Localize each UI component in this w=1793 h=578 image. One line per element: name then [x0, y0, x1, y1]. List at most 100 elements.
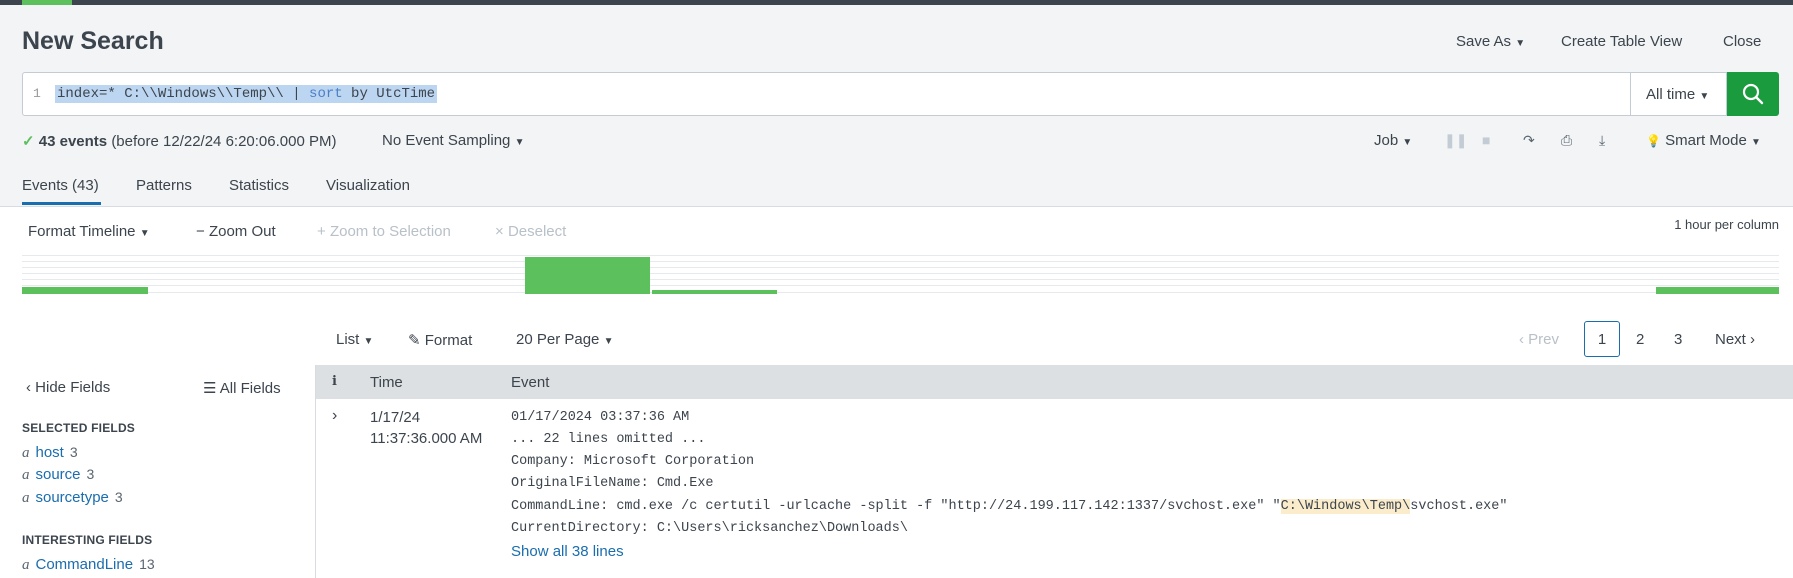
- tab-events[interactable]: Events (43): [22, 177, 99, 194]
- caret-down-icon: ▼: [139, 228, 150, 239]
- event-line: OriginalFileName: Cmd.Exe: [511, 476, 714, 491]
- field-item-host[interactable]: a host 3: [22, 444, 78, 462]
- plus-icon: +: [317, 223, 326, 240]
- save-as-menu[interactable]: Save As ▼: [1456, 33, 1525, 50]
- event-line: CommandLine: cmd.exe /c certutil -urlcac…: [511, 499, 1507, 514]
- field-name: sourcetype: [35, 489, 109, 506]
- search-query[interactable]: index=* C:\\Windows\\Temp\\ | sort by Ut…: [55, 85, 438, 103]
- caret-down-icon: ▼: [363, 336, 374, 347]
- hide-fields-label: Hide Fields: [35, 379, 111, 396]
- close-button[interactable]: Close: [1723, 33, 1761, 50]
- field-count: 13: [139, 556, 155, 572]
- show-all-lines-link[interactable]: Show all 38 lines: [511, 543, 624, 560]
- highlighted-match: C:\Windows\Temp\: [1280, 499, 1411, 514]
- caret-down-icon: ▼: [1699, 91, 1710, 102]
- search-input[interactable]: 1 index=* C:\\Windows\\Temp\\ | sort by …: [22, 72, 1631, 116]
- field-type: a: [22, 490, 30, 506]
- query-prefix: index=* C:\\Windows\\Temp\\ |: [57, 86, 310, 102]
- check-icon: ✓: [22, 133, 35, 150]
- search-mode-menu[interactable]: 💡 Smart Mode ▼: [1646, 132, 1761, 149]
- timeline-bar[interactable]: [652, 290, 777, 294]
- event-line: 01/17/2024 03:37:36 AM: [511, 410, 690, 425]
- event-sampling-menu[interactable]: No Event Sampling ▼: [382, 132, 524, 149]
- field-type: a: [22, 467, 30, 483]
- column-event[interactable]: Event: [511, 374, 549, 391]
- save-as-label: Save As: [1456, 33, 1512, 50]
- list-view-menu[interactable]: List ▼: [336, 331, 373, 348]
- all-fields-button[interactable]: ☰ All Fields: [203, 379, 281, 397]
- event-line: Company: Microsoft Corporation: [511, 454, 755, 469]
- search-mode-label: Smart Mode: [1665, 132, 1747, 149]
- export-icon[interactable]: ⤓: [1599, 132, 1605, 149]
- caret-down-icon: ▼: [1515, 38, 1526, 49]
- format-menu[interactable]: ✎ Format: [408, 331, 472, 349]
- per-page-menu[interactable]: 20 Per Page ▼: [516, 331, 613, 348]
- event-time: 11:37:36.000 AM: [370, 430, 483, 447]
- job-status: ✓ 43 events (before 12/22/24 6:20:06.000…: [22, 132, 336, 150]
- interesting-fields-heading: INTERESTING FIELDS: [22, 533, 153, 547]
- list-icon: ☰: [203, 380, 217, 397]
- field-item-source[interactable]: a source 3: [22, 466, 94, 484]
- share-icon[interactable]: ↷: [1523, 132, 1535, 149]
- page-title: New Search: [22, 27, 164, 55]
- list-label: List: [336, 331, 360, 348]
- events-count: 43 events: [38, 133, 108, 150]
- hide-fields-button[interactable]: ‹ Hide Fields: [26, 379, 110, 396]
- field-count: 3: [69, 444, 78, 460]
- expand-row-icon[interactable]: ›: [332, 407, 337, 425]
- next-page-button[interactable]: Next ›: [1715, 331, 1755, 348]
- stop-icon[interactable]: ■: [1482, 132, 1490, 148]
- timeline-bar[interactable]: [22, 287, 148, 294]
- format-timeline-menu[interactable]: Format Timeline ▼: [28, 223, 150, 240]
- timeline-bar[interactable]: [1656, 287, 1779, 294]
- zoom-to-selection-button[interactable]: + Zoom to Selection: [317, 223, 451, 240]
- event-sampling-label: No Event Sampling: [382, 132, 511, 149]
- zoom-out-button[interactable]: − Zoom Out: [196, 223, 276, 240]
- event-line: CurrentDirectory: C:\Users\ricksanchez\D…: [511, 521, 908, 536]
- per-page-label: 20 Per Page: [516, 331, 600, 348]
- field-name: host: [35, 444, 64, 461]
- time-range-picker[interactable]: All time ▼: [1631, 72, 1727, 116]
- search-button[interactable]: [1727, 72, 1779, 116]
- query-suffix: by UtcTime: [342, 86, 436, 102]
- search-icon: [1742, 83, 1764, 105]
- page-3-button[interactable]: 3: [1674, 331, 1682, 348]
- events-table-header: i Time Event: [316, 365, 1793, 399]
- field-type: a: [22, 445, 30, 461]
- deselect-button[interactable]: × Deselect: [495, 223, 566, 240]
- print-icon[interactable]: ⎙: [1561, 132, 1572, 149]
- chevron-right-icon: ›: [1750, 331, 1756, 348]
- field-count: 3: [114, 489, 123, 505]
- pause-icon[interactable]: ❚❚: [1444, 132, 1467, 149]
- event-timeline[interactable]: [22, 255, 1779, 295]
- column-time[interactable]: Time: [370, 374, 403, 391]
- job-label: Job: [1374, 132, 1399, 149]
- results-tabs: Events (43) Patterns Statistics Visualiz…: [0, 177, 1793, 207]
- tab-patterns[interactable]: Patterns: [136, 177, 192, 194]
- field-item-sourcetype[interactable]: a sourcetype 3: [22, 489, 123, 507]
- field-type: a: [22, 557, 30, 573]
- query-keyword: sort: [309, 86, 343, 102]
- format-label: Format: [424, 332, 473, 349]
- tab-statistics[interactable]: Statistics: [229, 177, 289, 194]
- tab-visualization[interactable]: Visualization: [326, 177, 410, 194]
- event-date: 1/17/24: [370, 409, 421, 426]
- page-1-button[interactable]: 1: [1584, 321, 1620, 357]
- time-range-label: All time: [1646, 86, 1696, 103]
- table-row: › 1/17/24 11:37:36.000 AM 01/17/2024 03:…: [316, 399, 1793, 578]
- before-time: (before 12/22/24 6:20:06.000 PM): [111, 133, 337, 150]
- page-2-button[interactable]: 2: [1636, 331, 1644, 348]
- commandline-text: CommandLine: cmd.exe /c certutil -urlcac…: [511, 499, 1281, 514]
- zoom-out-label: Zoom Out: [208, 223, 276, 240]
- field-count: 3: [86, 466, 95, 482]
- timeline-bar[interactable]: [525, 257, 650, 294]
- create-table-view-button[interactable]: Create Table View: [1561, 33, 1682, 50]
- caret-down-icon: ▼: [1751, 137, 1761, 148]
- caret-down-icon: ▼: [603, 336, 614, 347]
- prev-page-button[interactable]: ‹ Prev: [1519, 331, 1559, 348]
- x-icon: ×: [495, 223, 504, 240]
- zoom-to-selection-label: Zoom to Selection: [329, 223, 451, 240]
- job-menu[interactable]: Job ▼: [1374, 132, 1412, 149]
- field-item-commandline[interactable]: a CommandLine 13: [22, 556, 155, 574]
- caret-down-icon: ▼: [514, 137, 525, 148]
